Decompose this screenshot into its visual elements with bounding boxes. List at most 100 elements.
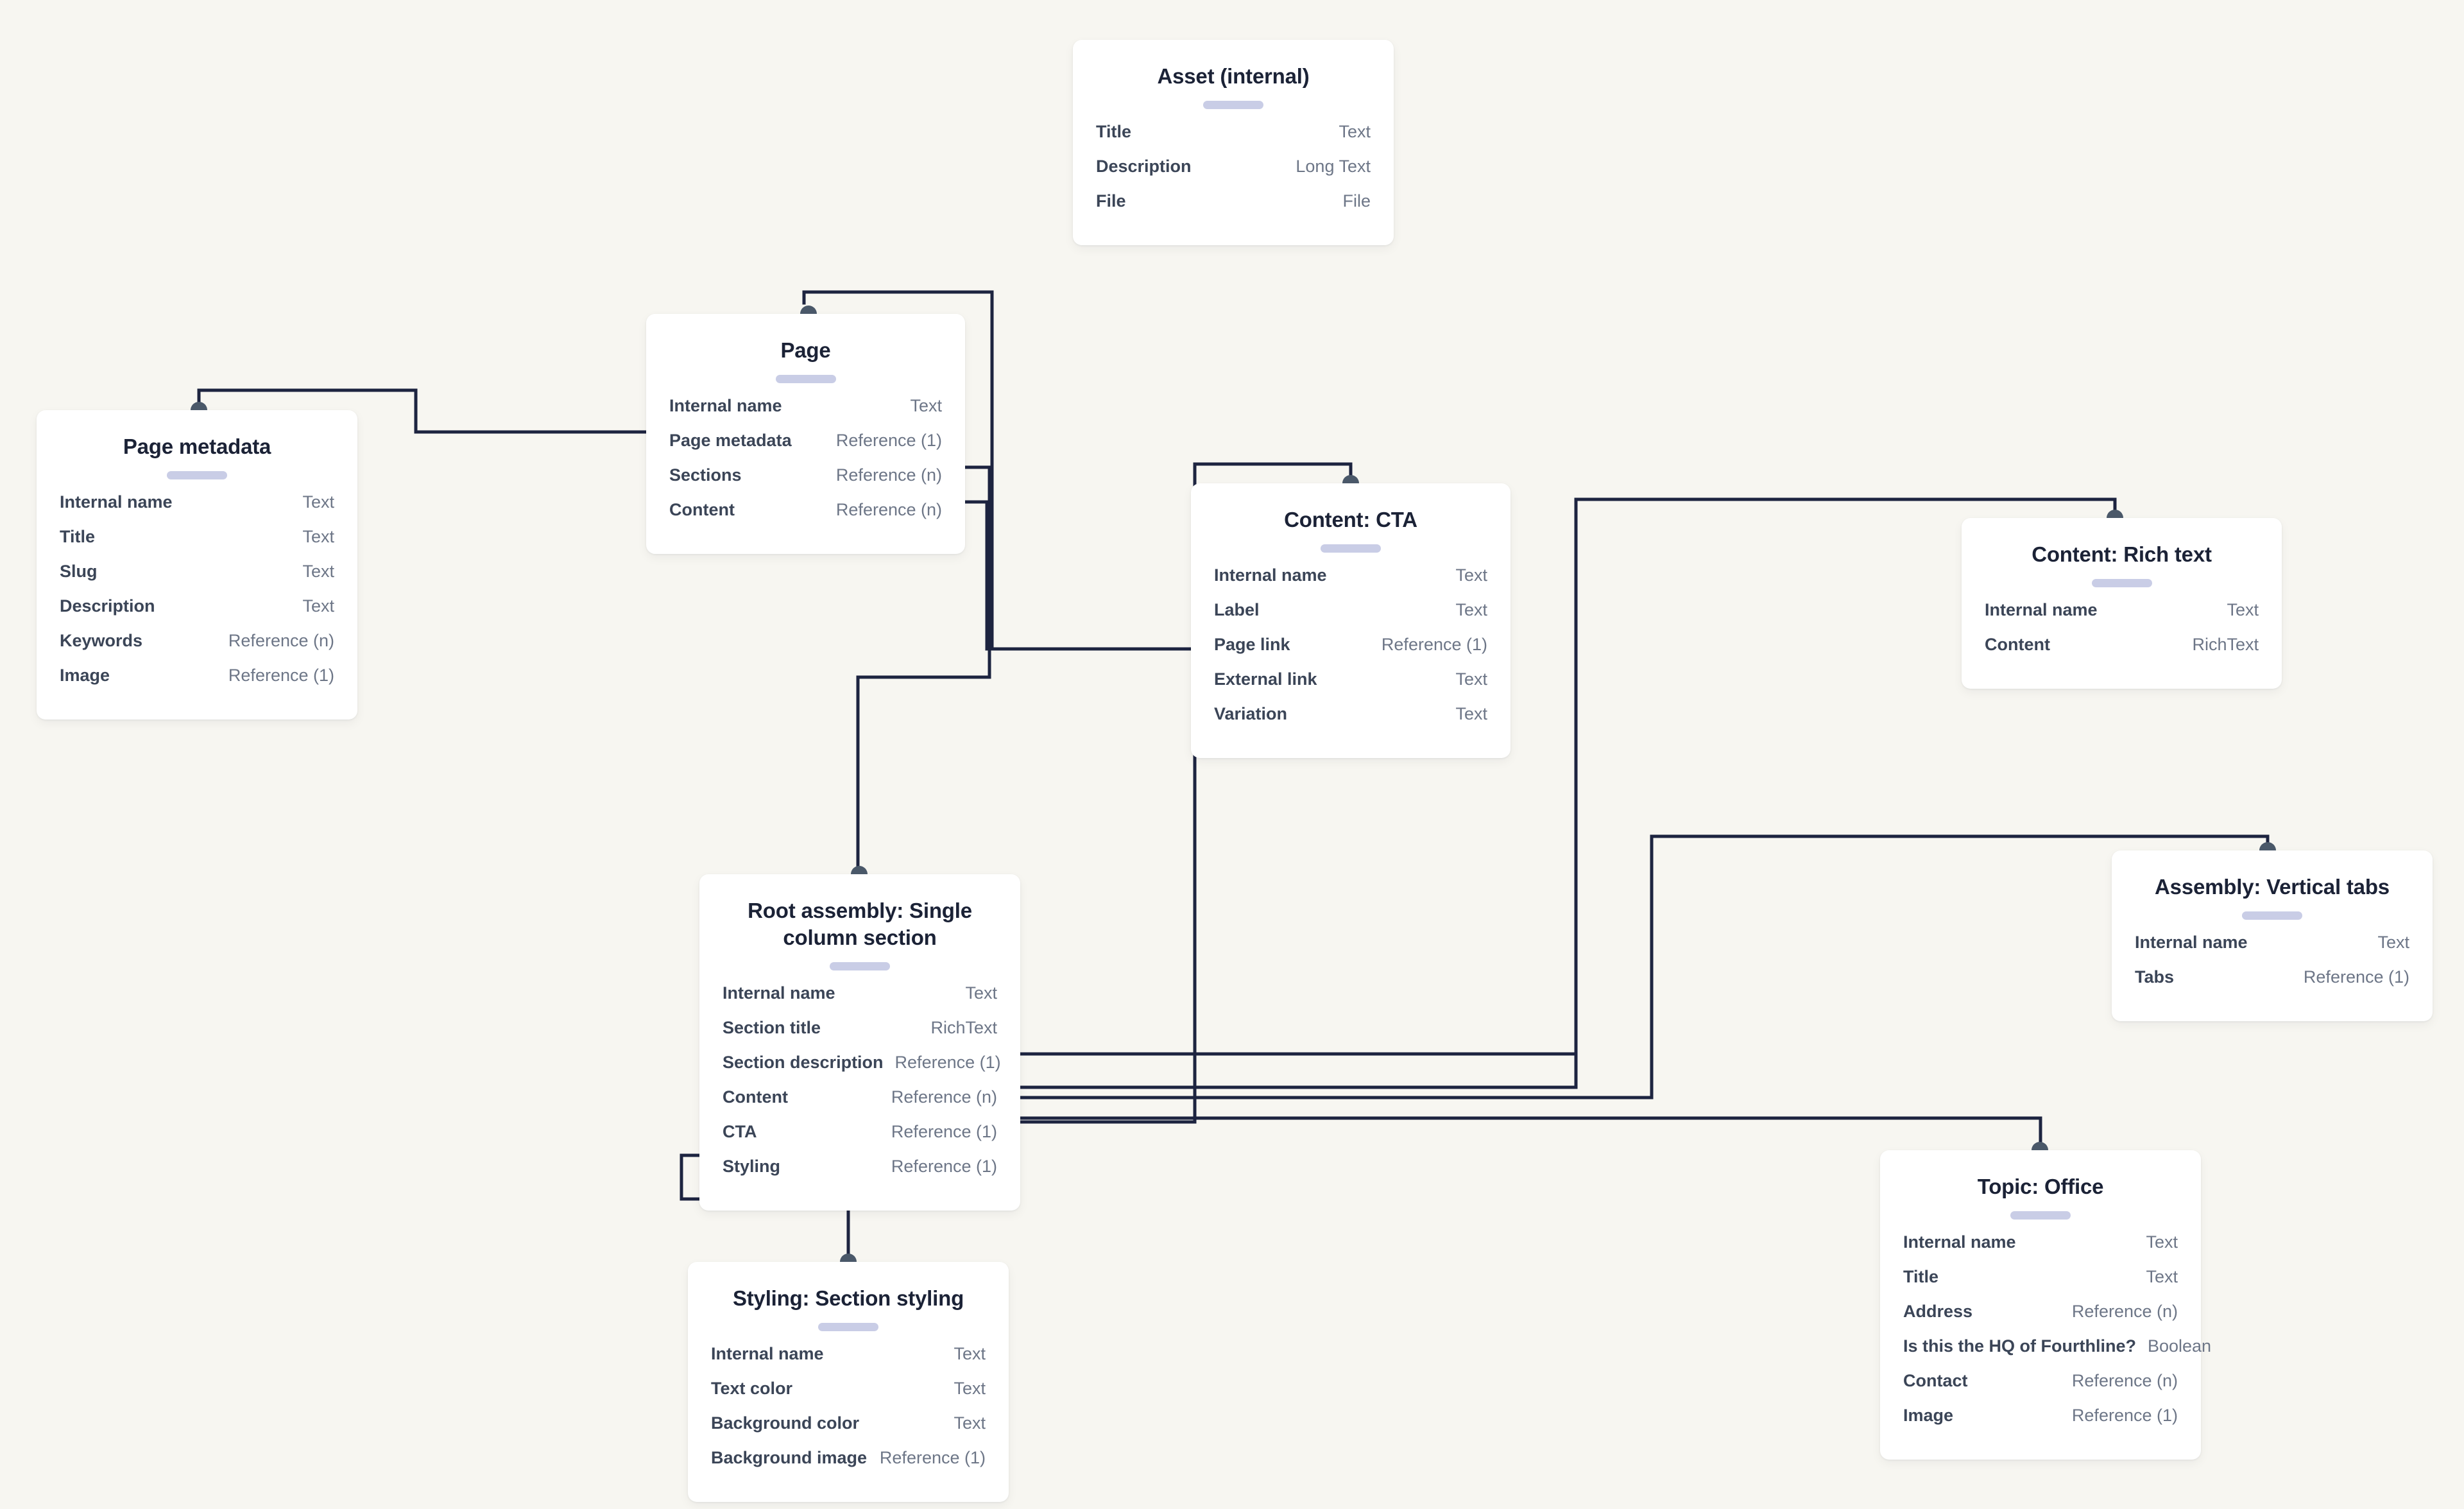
connector-anchor-dot <box>800 306 817 314</box>
field-row[interactable]: Internal name Text <box>669 396 942 431</box>
field-row[interactable]: Internal name Text <box>711 1344 986 1379</box>
connector-root-to-rich-text <box>1018 497 2117 1089</box>
field-row[interactable]: Tabs Reference (1) <box>2135 967 2409 1002</box>
field-row[interactable]: Internal name Text <box>1985 600 2259 635</box>
field-label: Background color <box>711 1413 860 1433</box>
node-topic-office[interactable]: Topic: Office Internal name Text Title Text A… <box>1880 1142 2211 1460</box>
field-label: CTA <box>723 1122 757 1142</box>
field-label: Image <box>60 666 110 686</box>
node-content-cta[interactable]: Content: CTA Internal name Text Label Text Pa… <box>1191 475 1510 759</box>
field-row[interactable]: Background color Text <box>711 1413 986 1448</box>
field-type: Reference (n) <box>835 500 942 520</box>
field-row[interactable]: Keywords Reference (n) <box>60 631 334 666</box>
field-label: Internal name <box>1214 565 1327 585</box>
field-label: Keywords <box>60 631 143 651</box>
field-row[interactable]: CTA Reference (1) <box>723 1122 997 1157</box>
field-row[interactable]: Image Reference (1) <box>60 666 334 700</box>
field-type: Text <box>1339 122 1371 142</box>
field-row[interactable]: Description Text <box>60 596 334 631</box>
content-type-badge <box>2010 1211 2071 1220</box>
field-label: Internal name <box>1985 600 2098 620</box>
node-page-metadata[interactable]: Page metadata Internal name Text Title Text S… <box>37 402 357 720</box>
node-title: Asset (internal) <box>1157 64 1310 88</box>
field-list: Internal name Text Text color Text Backgroun… <box>711 1344 986 1483</box>
field-row[interactable]: Content RichText <box>1985 635 2259 669</box>
field-row[interactable]: Styling Reference (1) <box>723 1157 997 1191</box>
field-row[interactable]: Page link Reference (1) <box>1214 635 1487 669</box>
field-type: Text <box>2227 600 2259 620</box>
field-row[interactable]: External link Text <box>1214 669 1487 704</box>
field-type: Reference (1) <box>891 1122 997 1142</box>
field-row[interactable]: Internal name Text <box>1903 1232 2178 1267</box>
field-label: Title <box>60 527 96 547</box>
field-row[interactable]: Internal name Text <box>1214 565 1487 600</box>
field-row[interactable]: Title Text <box>1903 1267 2178 1302</box>
field-row[interactable]: Title Text <box>1096 122 1371 157</box>
field-row[interactable]: Contact Reference (n) <box>1903 1371 2178 1406</box>
field-type: Reference (n) <box>2071 1302 2178 1322</box>
field-row[interactable]: Variation Text <box>1214 704 1487 739</box>
connector-root-to-vertical-tabs <box>1018 834 2270 1099</box>
field-type: Text <box>954 1344 986 1364</box>
field-row[interactable]: Is this the HQ of Fourthline? Boolean <box>1903 1336 2211 1371</box>
field-label: Content <box>669 500 735 520</box>
field-label: Internal name <box>669 396 782 416</box>
field-type: Text <box>1455 565 1487 585</box>
field-label: Address <box>1903 1302 1973 1322</box>
field-row[interactable]: Section title RichText <box>723 1018 997 1053</box>
field-label: Slug <box>60 562 98 582</box>
field-row[interactable]: Content Reference (n) <box>723 1087 997 1122</box>
content-type-badge <box>1203 101 1263 110</box>
field-label: Internal name <box>711 1344 824 1364</box>
field-label: Title <box>1903 1267 1939 1287</box>
field-row[interactable]: Internal name Text <box>60 492 334 527</box>
field-type: Reference (1) <box>891 1157 997 1177</box>
field-type: Boolean <box>2147 1336 2212 1356</box>
node-root-assembly[interactable]: Root assembly: Single column section Inte… <box>699 866 1020 1211</box>
field-row[interactable]: File File <box>1096 191 1371 226</box>
content-type-badge <box>775 375 836 384</box>
field-label: File <box>1096 191 1126 211</box>
node-content-rich-text[interactable]: Content: Rich text Internal name Text Conte… <box>1962 510 2282 689</box>
content-type-badge <box>818 1323 878 1332</box>
field-type: Reference (1) <box>894 1053 1001 1073</box>
field-row[interactable]: Content Reference (n) <box>669 500 942 535</box>
field-row[interactable]: Page metadata Reference (1) <box>669 431 942 465</box>
field-row[interactable]: Label Text <box>1214 600 1487 635</box>
node-title: Page <box>780 338 831 362</box>
connector-anchor-dot <box>191 402 207 410</box>
field-type: File <box>1342 191 1371 211</box>
field-row[interactable]: Title Text <box>60 527 334 562</box>
field-row[interactable]: Slug Text <box>60 562 334 596</box>
field-row[interactable]: Sections Reference (n) <box>669 465 942 500</box>
field-type: Reference (n) <box>891 1087 997 1107</box>
field-type: RichText <box>930 1018 997 1038</box>
field-label: Contact <box>1903 1371 1968 1391</box>
node-page[interactable]: Page Internal name Text Page metadata Refere… <box>646 306 965 555</box>
field-row[interactable]: Address Reference (n) <box>1903 1302 2178 1336</box>
field-label: External link <box>1214 669 1317 689</box>
field-label: Background image <box>711 1448 868 1468</box>
field-label: Content <box>1985 635 2050 655</box>
field-type: Reference (1) <box>228 666 334 686</box>
node-asset[interactable]: Asset (internal) Title Text Description Long… <box>1073 40 1394 246</box>
field-type: Text <box>2146 1267 2178 1287</box>
field-row[interactable]: Section description Reference (1) <box>723 1053 1001 1087</box>
connector-root-to-topic-office <box>1018 1116 2042 1147</box>
node-badge-wrap <box>723 962 997 971</box>
field-row[interactable]: Internal name Text <box>2135 933 2409 967</box>
field-label: Section description <box>723 1053 884 1073</box>
field-label: Image <box>1903 1406 1954 1426</box>
field-row[interactable]: Image Reference (1) <box>1903 1406 2178 1440</box>
field-label: Variation <box>1214 704 1288 724</box>
node-styling-section[interactable]: Styling: Section styling Internal name Tex… <box>688 1254 1009 1503</box>
node-title: Page metadata <box>123 435 271 458</box>
field-type: Reference (1) <box>835 431 942 451</box>
field-list: Internal name Text Content RichText <box>1985 600 2259 669</box>
field-row[interactable]: Description Long Text <box>1096 157 1371 191</box>
field-row[interactable]: Text color Text <box>711 1379 986 1413</box>
field-row[interactable]: Internal name Text <box>723 983 997 1018</box>
node-assembly-vertical-tabs[interactable]: Assembly: Vertical tabs Internal name Text… <box>2112 842 2433 1022</box>
field-row[interactable]: Background image Reference (1) <box>711 1448 986 1483</box>
field-label: Title <box>1096 122 1132 142</box>
